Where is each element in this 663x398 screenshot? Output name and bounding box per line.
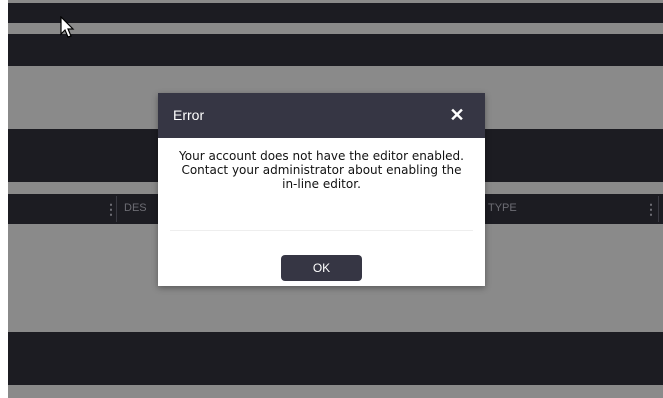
mouse-pointer-icon xyxy=(60,16,75,38)
close-icon[interactable]: ✕ xyxy=(446,104,468,126)
dialog-title: Error xyxy=(173,107,205,123)
navigation-bar xyxy=(8,34,663,66)
dialog-divider xyxy=(170,230,473,231)
top-bar xyxy=(8,3,663,23)
column-header-type[interactable]: TYPE xyxy=(488,202,517,214)
dialog-message: Your account does not have the editor en… xyxy=(179,149,464,191)
dialog-header: Error ✕ xyxy=(158,93,485,138)
error-dialog: Error ✕ Your account does not have the e… xyxy=(158,93,485,286)
column-header-description[interactable]: DES xyxy=(124,202,147,214)
column-menu-icon[interactable]: ⋮ xyxy=(644,199,658,219)
column-divider xyxy=(658,196,659,222)
column-divider xyxy=(116,196,117,222)
ok-button[interactable]: OK xyxy=(281,255,362,281)
column-menu-icon[interactable]: ⋮ xyxy=(104,199,118,219)
footer-bar xyxy=(8,332,663,385)
